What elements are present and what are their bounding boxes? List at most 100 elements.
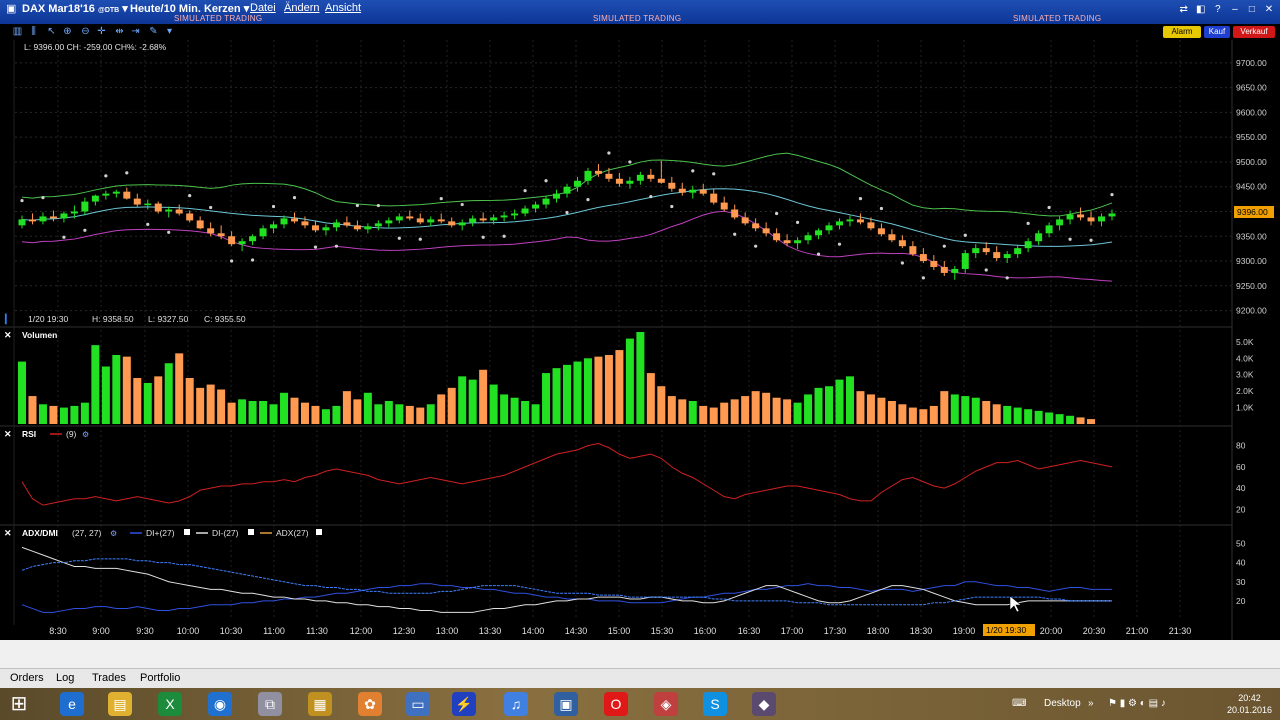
link-icon[interactable]: ⇄ [1177, 4, 1191, 15]
time-tick-label: 9:30 [136, 626, 154, 636]
volume-bar [772, 397, 781, 424]
volume-bar [699, 405, 708, 424]
tab-orders[interactable]: Orders [10, 672, 44, 684]
settings-icon[interactable]: ⚙ [82, 430, 89, 439]
network-icon[interactable]: ⧉ [258, 692, 282, 716]
candle-body [395, 216, 403, 221]
psar-dot [879, 206, 884, 211]
file-explorer-icon[interactable]: ▤ [108, 692, 132, 716]
close-panel-icon[interactable]: ✕ [4, 330, 12, 340]
trading-platform-icon[interactable]: ⚡ [452, 692, 476, 716]
desktop-label[interactable]: Desktop [1044, 698, 1081, 709]
close-panel-icon[interactable]: ✕ [4, 429, 12, 439]
tray-icons[interactable]: ⚑ ▮ ⚙ ◐ ▤ ♪ [1108, 698, 1166, 709]
volume-bar [122, 356, 131, 424]
candle-body [720, 202, 728, 210]
opera-icon[interactable]: O [604, 692, 628, 716]
package-icon[interactable]: ▦ [308, 692, 332, 716]
music-icon[interactable]: ♫ [504, 692, 528, 716]
tab-portfolio[interactable]: Portfolio [140, 672, 180, 684]
candle-body [343, 222, 351, 226]
draw-tool-icon[interactable]: ✎ [148, 26, 159, 37]
help-icon[interactable]: ? [1211, 4, 1225, 15]
candle-body [207, 228, 215, 234]
minimize-icon[interactable]: – [1228, 4, 1242, 15]
di-minus-checkbox[interactable] [248, 529, 254, 535]
instrument-selector[interactable]: DAX Mar18'16 @DTB ▾ [22, 2, 128, 15]
zoom-out-icon[interactable]: ⊖ [80, 26, 91, 37]
scroll-right-icon[interactable]: ⇥ [130, 26, 141, 37]
time-tick-label: 13:30 [479, 626, 502, 636]
price-tick-label: 9250.00 [1236, 281, 1267, 291]
zoom-in-icon[interactable]: ⊕ [62, 26, 73, 37]
settings-icon[interactable]: ⚙ [110, 529, 117, 538]
excel-icon[interactable]: X [158, 692, 182, 716]
candle-body [133, 198, 141, 205]
psar-dot [984, 268, 988, 272]
di-minus-label: DI-(27) [212, 528, 239, 538]
internet-explorer-icon[interactable]: e [60, 692, 84, 716]
paint-icon[interactable]: ✿ [358, 692, 382, 716]
scroll-left-icon[interactable]: ⇹ [114, 26, 125, 37]
system-clock[interactable]: 20:42 20.01.2016 [1227, 692, 1272, 716]
candle-body [91, 195, 99, 202]
volume-bar [91, 345, 100, 424]
alarm-button[interactable]: Alarm [1163, 26, 1201, 38]
maximize-icon[interactable]: □ [1245, 4, 1259, 15]
volume-bar [395, 404, 404, 424]
candle-body [731, 209, 739, 218]
notepad-icon[interactable]: ▭ [406, 692, 430, 716]
tab-log[interactable]: Log [56, 672, 74, 684]
chevron-down-icon[interactable]: ▾ [164, 26, 175, 37]
chart-area[interactable]: 9700.00 9650.00 9600.00 9550.00 9500.00 9450.… [0, 40, 1280, 640]
globe-icon[interactable]: ◉ [208, 692, 232, 716]
windows-start-icon[interactable]: ⊞ [4, 690, 34, 718]
di-plus-checkbox[interactable] [184, 529, 190, 535]
rsi-tick-label: 40 [1236, 483, 1246, 493]
menu-ansicht[interactable]: Ansicht [325, 2, 361, 14]
time-tick-label: 18:30 [910, 626, 933, 636]
time-tick-label: 13:00 [436, 626, 459, 636]
psar-dot [795, 220, 800, 224]
tab-trades[interactable]: Trades [92, 672, 126, 684]
bar-chart-icon[interactable]: ⫼ [28, 26, 39, 37]
time-tick-label: 16:00 [694, 626, 717, 636]
pin-icon[interactable]: ◧ [1194, 4, 1208, 15]
clock-time: 20:42 [1238, 693, 1261, 703]
time-tick-label: 20:00 [1040, 626, 1063, 636]
volume-bar [657, 386, 666, 424]
candle-body [479, 218, 487, 221]
volume-bar [300, 402, 309, 424]
save-icon[interactable]: ▣ [554, 692, 578, 716]
sell-button[interactable]: Verkauf [1233, 26, 1275, 38]
close-panel-icon[interactable]: ✕ [4, 528, 12, 538]
volume-bar [542, 373, 551, 424]
volume-bar [269, 404, 278, 424]
buy-button[interactable]: Kauf [1204, 26, 1230, 38]
adx-checkbox[interactable] [316, 529, 322, 535]
navigator-strip[interactable] [0, 640, 1280, 668]
time-tick-label: 14:00 [522, 626, 545, 636]
crosshair-icon[interactable]: ✛ [96, 26, 107, 37]
chevron-up-icon[interactable]: » [1088, 698, 1094, 709]
psar-dot [376, 203, 380, 208]
app-icon[interactable]: ◈ [654, 692, 678, 716]
psar-dot [712, 172, 716, 176]
keyboard-icon[interactable]: ⌨ [1012, 698, 1026, 709]
psar-dot [209, 205, 213, 210]
volume-bar [1055, 414, 1064, 424]
chart-type-icon[interactable]: ▥ [12, 26, 23, 37]
volume-bar [793, 402, 802, 424]
app-icon[interactable]: ◆ [752, 692, 776, 716]
adx-tick-label: 40 [1236, 558, 1246, 568]
psar-dot [607, 151, 611, 155]
psar-dot [292, 196, 297, 200]
candle-body [773, 233, 781, 241]
cursor-icon[interactable]: ↖ [46, 26, 57, 37]
volume-bar [1034, 410, 1043, 424]
candle-body [951, 268, 959, 273]
menu-datei[interactable]: Datei [250, 2, 276, 14]
close-icon[interactable]: ✕ [1262, 4, 1276, 15]
skype-icon[interactable]: S [703, 692, 727, 716]
menu-aendern[interactable]: Ändern [284, 2, 319, 14]
